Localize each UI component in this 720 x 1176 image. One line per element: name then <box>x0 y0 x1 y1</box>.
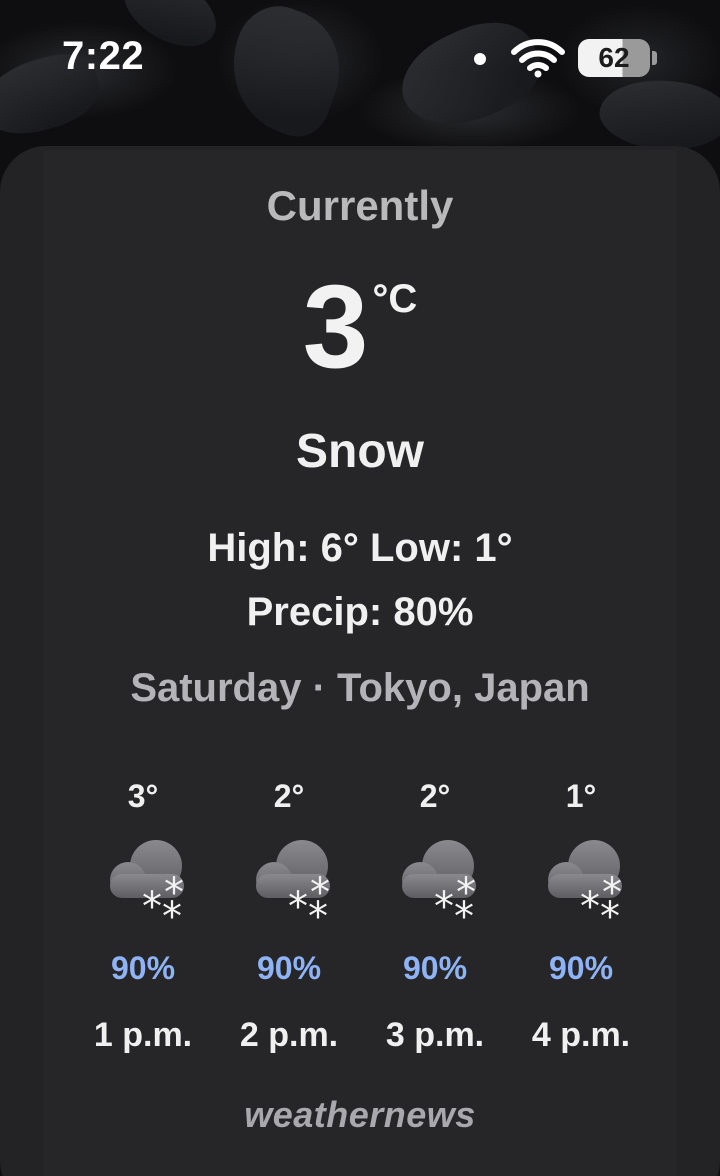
widget-title: Currently <box>266 182 454 229</box>
hourly-precip: 90% <box>548 950 614 986</box>
battery-level: 62 <box>598 42 630 73</box>
status-bar: 7:22 62 <box>0 0 720 120</box>
hourly-item: 2° * * * 90% 2 p.m. <box>216 770 362 1070</box>
svg-text:*: * <box>142 884 162 930</box>
current-temperature: 3 °C <box>0 262 720 392</box>
snow-cloud-icon: * * * <box>256 840 330 934</box>
hourly-item: 3° * * * 90% 1 p.m. <box>70 770 216 1070</box>
high-low: High: 6° Low: 1° <box>207 526 513 570</box>
hourly-item: 2° * * * 90% 3 p.m. <box>362 770 508 1070</box>
hourly-time: 4 p.m. <box>531 1016 631 1054</box>
hourly-time: 1 p.m. <box>93 1016 193 1054</box>
svg-text:*: * <box>308 894 328 934</box>
wifi-icon <box>511 39 565 78</box>
day-location: Saturday · Tokyo, Japan <box>130 666 590 710</box>
precipitation: Precip: 80% <box>246 590 474 634</box>
home-screen: 7:22 62 Currently 3 °C Snow High: 6° Low:… <box>0 0 720 1176</box>
battery-icon: 62 <box>578 39 658 79</box>
hourly-temp: 3° <box>127 778 159 814</box>
svg-text:*: * <box>600 894 620 934</box>
svg-text:*: * <box>454 894 474 934</box>
svg-text:*: * <box>288 884 308 930</box>
temperature-value: 3 <box>302 261 369 393</box>
temperature-unit: °C <box>372 277 418 321</box>
hourly-time: 3 p.m. <box>385 1016 485 1054</box>
snow-cloud-icon: * * * <box>402 840 476 934</box>
status-time: 7:22 <box>62 34 145 78</box>
hourly-precip: 90% <box>256 950 322 986</box>
brand-logo: weathernews <box>244 1094 476 1135</box>
weather-condition: Snow <box>296 425 424 478</box>
notification-dot-icon <box>474 53 486 65</box>
hourly-temp: 1° <box>565 778 597 814</box>
hourly-precip: 90% <box>402 950 468 986</box>
svg-text:*: * <box>580 884 600 930</box>
snow-cloud-icon: * * * <box>548 840 622 934</box>
hourly-temp: 2° <box>419 778 451 814</box>
hourly-forecast: 3° * * * 90% 1 p.m. 2° * * * 90% 2 p.m. … <box>70 770 656 1070</box>
hourly-time: 2 p.m. <box>239 1016 339 1054</box>
svg-text:*: * <box>434 884 454 930</box>
snow-cloud-icon: * * * <box>110 840 184 934</box>
hourly-temp: 2° <box>273 778 305 814</box>
svg-text:*: * <box>162 894 182 934</box>
hourly-precip: 90% <box>110 950 176 986</box>
hourly-item: 1° * * * 90% 4 p.m. <box>508 770 654 1070</box>
battery-tip <box>652 51 657 65</box>
